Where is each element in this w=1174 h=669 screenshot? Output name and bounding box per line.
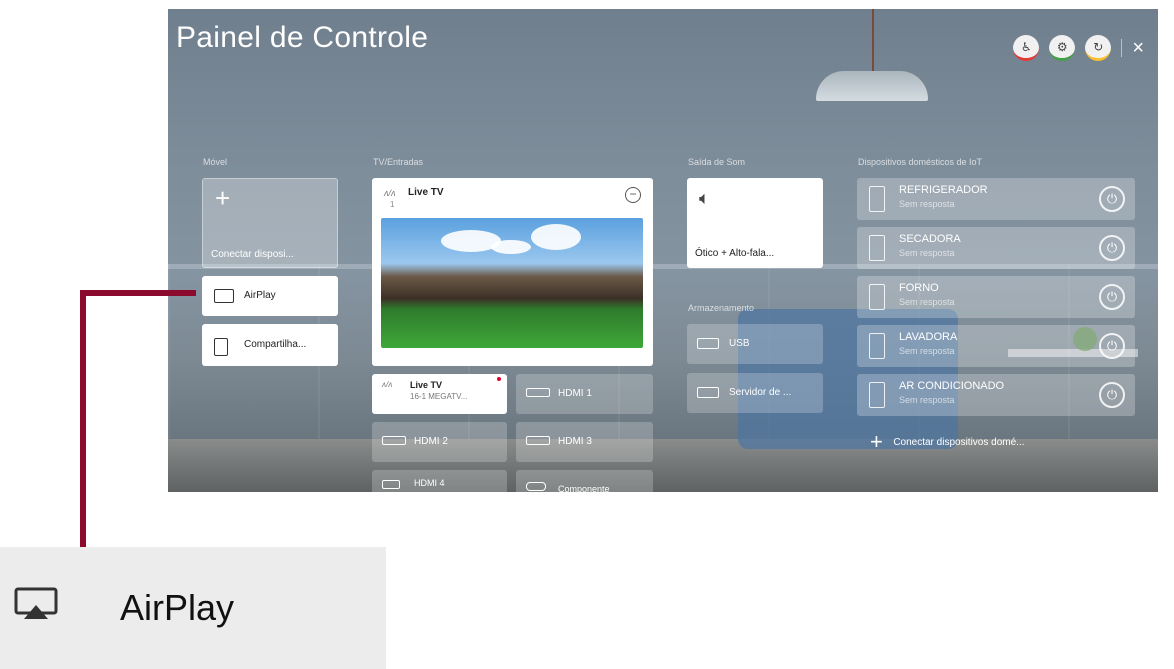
component-input-card[interactable]: Componente <box>516 470 653 492</box>
section-label-iot: Dispositivos domésticos de IoT <box>858 157 983 167</box>
refrigerator-icon <box>869 186 885 212</box>
divider <box>1121 39 1123 57</box>
appliance-name: SECADORA <box>899 233 961 245</box>
plus-icon: + <box>215 183 231 213</box>
control-panel-screen: Painel de Controle ♿ ⚙ ↻ × Móvel TV/Entr… <box>168 9 1158 492</box>
airplay-button[interactable]: AirPlay <box>202 276 338 316</box>
accessibility-icon[interactable]: ♿ <box>1013 35 1040 61</box>
appliance-status: Sem resposta <box>899 395 955 405</box>
appliance-status: Sem resposta <box>899 297 955 307</box>
dryer-icon <box>869 235 885 261</box>
appliance-dryer[interactable]: SECADORA Sem resposta ⏻ <box>857 227 1135 269</box>
page-title: Painel de Controle <box>176 21 429 54</box>
hdmi-icon <box>526 436 550 445</box>
hdmi3-input-card[interactable]: HDMI 3 <box>516 422 653 462</box>
airplay-zoom-callout: AirPlay <box>0 547 386 669</box>
connect-iot-label: Conectar dispositivos domé... <box>893 436 1025 448</box>
section-label-mobile: Móvel <box>203 157 228 167</box>
appliance-washer[interactable]: LAVADORA Sem resposta ⏻ <box>857 325 1135 367</box>
section-label-tv-inputs: TV/Entradas <box>373 157 424 167</box>
callout-connector-horizontal <box>80 290 196 296</box>
section-label-storage: Armazenamento <box>688 303 755 313</box>
hdmi-icon <box>526 388 550 397</box>
live-tv-preview-image <box>381 218 643 348</box>
lamp-cord-decor <box>872 9 874 71</box>
live-tv-small-channel: 16-1 MEGATV... <box>410 392 468 401</box>
media-server-label: Servidor de ... <box>729 387 792 398</box>
close-icon[interactable]: × <box>1132 37 1144 60</box>
appliance-name: FORNO <box>899 282 939 294</box>
recording-dot-icon <box>497 377 501 381</box>
live-tv-small-logo-icon: ʌ/ʌ <box>382 380 393 389</box>
power-icon[interactable]: ⏻ <box>1099 333 1125 359</box>
appliance-refrigerator[interactable]: REFRIGERADOR Sem resposta ⏻ <box>857 178 1135 220</box>
appliance-status: Sem resposta <box>899 248 955 258</box>
power-icon[interactable]: ⏻ <box>1099 235 1125 261</box>
hdmi4-input-card[interactable]: HDMI 4 <box>372 470 507 492</box>
top-icon-bar: ♿ ⚙ ↻ × <box>1013 35 1144 61</box>
screen-share-label: Compartilha... <box>244 339 307 350</box>
minus-circle-icon[interactable]: − <box>625 187 641 203</box>
power-icon[interactable]: ⏻ <box>1099 382 1125 408</box>
component-label: Componente <box>558 484 610 492</box>
sound-output-label: Ótico + Alto-fala... <box>695 248 775 259</box>
appliance-name: LAVADORA <box>899 331 958 343</box>
hdmi3-label: HDMI 3 <box>558 436 592 447</box>
screen-share-icon <box>214 338 228 356</box>
appliance-name: AR CONDICIONADO <box>899 380 1005 392</box>
hdmi2-input-card[interactable]: HDMI 2 <box>372 422 507 462</box>
component-icon <box>526 482 546 491</box>
live-tv-channel: 1 <box>390 200 395 209</box>
appliance-status: Sem resposta <box>899 346 955 356</box>
speaker-icon: 🔈︎ <box>699 188 710 208</box>
connect-iot-device-button[interactable]: + Conectar dispositivos domé... <box>870 429 1024 455</box>
live-tv-label: Live TV <box>408 187 444 198</box>
usb-label: USB <box>729 338 750 349</box>
appliance-air-conditioner[interactable]: AR CONDICIONADO Sem resposta ⏻ <box>857 374 1135 416</box>
usb-icon <box>697 338 719 349</box>
settings-icon[interactable]: ⚙ <box>1049 35 1076 61</box>
hdmi1-input-card[interactable]: HDMI 1 <box>516 374 653 414</box>
live-tv-small-label: Live TV <box>410 380 443 390</box>
power-icon[interactable]: ⏻ <box>1099 284 1125 310</box>
refresh-icon[interactable]: ↻ <box>1085 35 1112 61</box>
callout-connector-vertical <box>80 290 86 548</box>
hdmi2-label: HDMI 2 <box>414 436 448 447</box>
pendant-lamp-decor <box>816 71 928 101</box>
hdmi-icon <box>382 436 406 445</box>
usb-storage-card[interactable]: USB <box>687 324 823 364</box>
oven-icon <box>869 284 885 310</box>
hdmi4-label: HDMI 4 <box>414 478 445 488</box>
screen-share-button[interactable]: Compartilha... <box>202 324 338 366</box>
appliance-status: Sem resposta <box>899 199 955 209</box>
airplay-icon <box>214 289 234 303</box>
connect-device-card[interactable]: + Conectar disposi... <box>202 178 338 268</box>
appliance-oven[interactable]: FORNO Sem resposta ⏻ <box>857 276 1135 318</box>
sound-output-card[interactable]: 🔈︎ Ótico + Alto-fala... <box>687 178 823 268</box>
connect-device-label: Conectar disposi... <box>211 249 294 260</box>
section-label-sound-output: Saída de Som <box>688 157 746 167</box>
live-tv-input-card[interactable]: ʌ/ʌ Live TV 16-1 MEGATV... <box>372 374 507 414</box>
airplay-zoom-label: AirPlay <box>120 587 235 628</box>
power-icon[interactable]: ⏻ <box>1099 186 1125 212</box>
live-tv-card[interactable]: ʌ/ʌ Live TV 1 − <box>372 178 653 366</box>
appliance-name: REFRIGERADOR <box>899 184 988 196</box>
media-server-card[interactable]: Servidor de ... <box>687 373 823 413</box>
air-conditioner-icon <box>869 382 885 408</box>
live-tv-logo-icon: ʌ/ʌ <box>384 188 396 198</box>
hdmi1-label: HDMI 1 <box>558 388 592 399</box>
airplay-icon <box>14 587 58 619</box>
plus-icon: + <box>870 429 883 454</box>
airplay-label: AirPlay <box>244 290 276 301</box>
washer-icon <box>869 333 885 359</box>
hdmi-icon <box>382 480 400 489</box>
media-server-icon <box>697 387 719 398</box>
